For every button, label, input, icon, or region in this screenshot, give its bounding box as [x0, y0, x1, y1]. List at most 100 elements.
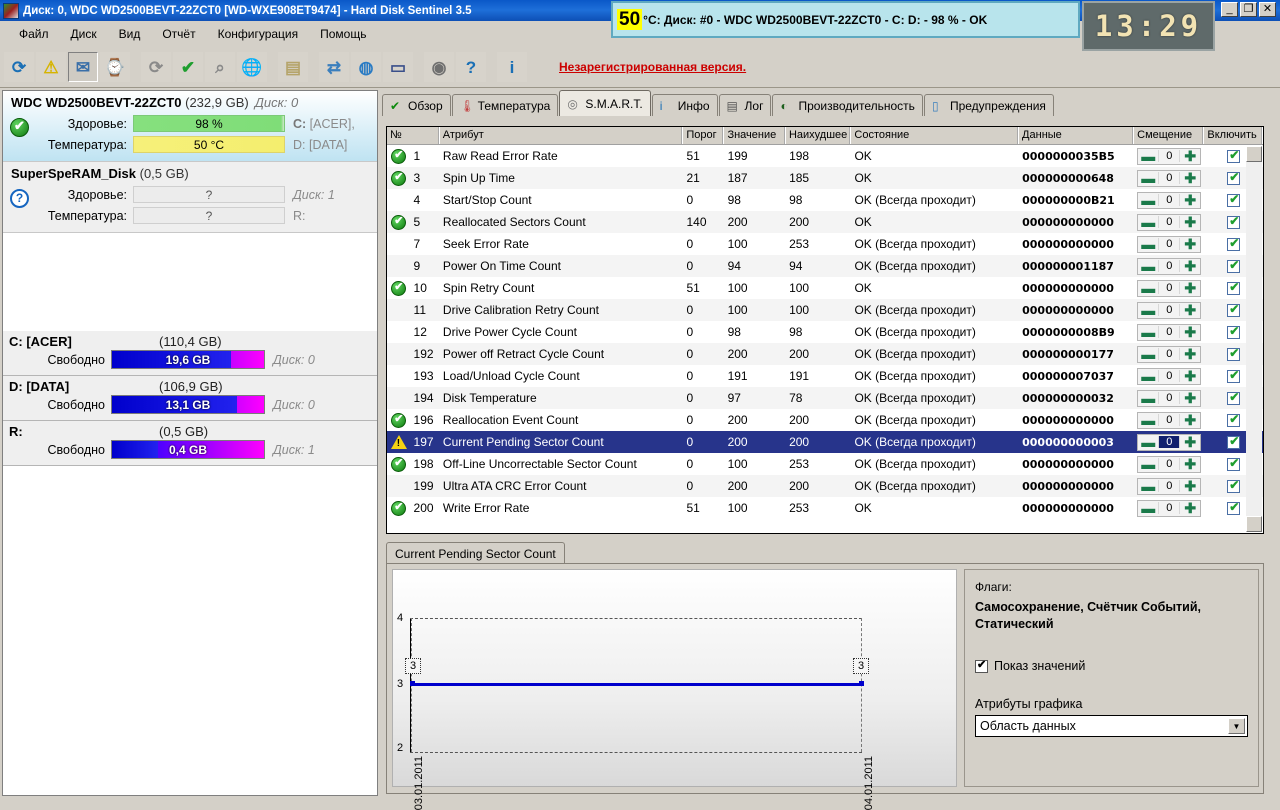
- column-header-0[interactable]: №: [387, 127, 440, 144]
- chevron-down-icon[interactable]: ▼: [1228, 718, 1245, 734]
- row-offset-stepper[interactable]: ▬ 0 ✚: [1134, 191, 1204, 209]
- enable-checkbox[interactable]: [1227, 171, 1241, 185]
- table-row[interactable]: 199 Ultra ATA CRC Error Count 0 200 200 OK (В…: [387, 475, 1263, 497]
- plus-icon[interactable]: ✚: [1180, 236, 1200, 252]
- row-offset-stepper[interactable]: ▬ 0 ✚: [1134, 301, 1204, 319]
- sync-button[interactable]: ⇄: [319, 52, 349, 82]
- globe-button[interactable]: 🌐: [237, 52, 267, 82]
- disk-clock-button[interactable]: ⌚: [100, 52, 130, 82]
- plus-icon[interactable]: ✚: [1180, 192, 1200, 208]
- offset-spinner[interactable]: ▬ 0 ✚: [1137, 433, 1202, 451]
- table-row[interactable]: 12 Drive Power Cycle Count 0 98 98 OK (Всегда…: [387, 321, 1263, 343]
- plus-icon[interactable]: ✚: [1180, 302, 1200, 318]
- table-row[interactable]: 4 Start/Stop Count 0 98 98 OK (Всегда проходи…: [387, 189, 1263, 211]
- plus-icon[interactable]: ✚: [1180, 434, 1200, 450]
- tab-лог[interactable]: ▤ Лог: [718, 94, 772, 116]
- minus-icon[interactable]: ▬: [1138, 478, 1158, 494]
- row-offset-stepper[interactable]: ▬ 0 ✚: [1134, 213, 1204, 231]
- column-header-5[interactable]: Состояние: [851, 127, 1020, 144]
- table-row[interactable]: 3 Spin Up Time 21 187 185 OK 000000000648 ▬0✚: [387, 167, 1263, 189]
- disk-search-button[interactable]: ⌕: [205, 52, 235, 82]
- minus-icon[interactable]: ▬: [1138, 368, 1158, 384]
- partition-card-2[interactable]: R: (0,5 GB) Свободно 0,4 GB Диск: 1: [3, 421, 377, 466]
- offset-spinner[interactable]: ▬ 0 ✚: [1137, 345, 1202, 363]
- offset-spinner[interactable]: ▬ 0 ✚: [1137, 389, 1202, 407]
- minus-icon[interactable]: ▬: [1138, 214, 1158, 230]
- scroll-up-button[interactable]: [1246, 146, 1262, 162]
- menu-item-5[interactable]: Помощь: [309, 24, 377, 44]
- offset-spinner[interactable]: ▬ 0 ✚: [1137, 257, 1202, 275]
- restore-button[interactable]: ❐: [1240, 2, 1257, 17]
- tab-обзор[interactable]: ✔ Обзор: [382, 94, 451, 116]
- row-offset-stepper[interactable]: ▬ 0 ✚: [1134, 499, 1204, 517]
- warning-button[interactable]: ⚠: [36, 52, 66, 82]
- unregistered-notice[interactable]: Незарегистрированная версия.: [559, 60, 746, 74]
- minus-icon[interactable]: ▬: [1138, 280, 1158, 296]
- minimize-button[interactable]: _: [1221, 2, 1238, 17]
- table-row[interactable]: 10Spin Retry Count51100100OK000000000000…: [387, 277, 1263, 299]
- enable-checkbox[interactable]: [1227, 237, 1241, 251]
- plus-icon[interactable]: ✚: [1180, 390, 1200, 406]
- row-offset-stepper[interactable]: ▬ 0 ✚: [1134, 367, 1204, 385]
- plus-icon[interactable]: ✚: [1180, 456, 1200, 472]
- table-row[interactable]: 11 Drive Calibration Retry Count 0 100 100 OK…: [387, 299, 1263, 321]
- menu-item-2[interactable]: Вид: [108, 24, 152, 44]
- table-row[interactable]: 1 Raw Read Error Rate 51 199 198 OK 0000000035…: [387, 145, 1263, 167]
- minus-icon[interactable]: ▬: [1138, 170, 1158, 186]
- offset-spinner[interactable]: ▬ 0 ✚: [1137, 235, 1202, 253]
- report-button[interactable]: ▤: [278, 52, 308, 82]
- disk-refresh-button[interactable]: ⟳: [141, 52, 171, 82]
- plus-icon[interactable]: ✚: [1180, 412, 1200, 428]
- menu-item-3[interactable]: Отчёт: [151, 24, 206, 44]
- minus-icon[interactable]: ▬: [1138, 236, 1158, 252]
- row-offset-stepper[interactable]: ▬ 0 ✚: [1134, 455, 1204, 473]
- sound-button[interactable]: ◉: [424, 52, 454, 82]
- menu-item-1[interactable]: Диск: [60, 24, 108, 44]
- offset-spinner[interactable]: ▬ 0 ✚: [1137, 499, 1202, 517]
- offset-spinner[interactable]: ▬ 0 ✚: [1137, 213, 1202, 231]
- table-row[interactable]: 194 Disk Temperature 0 97 78 OK (Всегда прохо…: [387, 387, 1263, 409]
- disk-ok-button[interactable]: ✔: [173, 52, 203, 82]
- plus-icon[interactable]: ✚: [1180, 280, 1200, 296]
- plus-icon[interactable]: ✚: [1180, 346, 1200, 362]
- show-values-checkbox[interactable]: [975, 658, 988, 673]
- offset-spinner[interactable]: ▬ 0 ✚: [1137, 191, 1202, 209]
- column-header-7[interactable]: Смещение: [1134, 127, 1205, 144]
- enable-checkbox[interactable]: [1227, 347, 1241, 361]
- plus-icon[interactable]: ✚: [1180, 214, 1200, 230]
- offset-spinner[interactable]: ▬ 0 ✚: [1137, 477, 1202, 495]
- column-header-2[interactable]: Порог: [683, 127, 725, 144]
- row-offset-stepper[interactable]: ▬ 0 ✚: [1134, 169, 1204, 187]
- enable-checkbox[interactable]: [1227, 501, 1241, 515]
- offset-spinner[interactable]: ▬ 0 ✚: [1137, 169, 1202, 187]
- network-globe-button[interactable]: ◍: [351, 52, 381, 82]
- info-button[interactable]: i: [497, 52, 527, 82]
- column-header-1[interactable]: Атрибут: [440, 127, 684, 144]
- minus-icon[interactable]: ▬: [1138, 434, 1158, 450]
- help-button[interactable]: ?: [456, 52, 486, 82]
- tab-инфо[interactable]: i Инфо: [651, 94, 718, 116]
- enable-checkbox[interactable]: [1227, 193, 1241, 207]
- plus-icon[interactable]: ✚: [1180, 478, 1200, 494]
- minus-icon[interactable]: ▬: [1138, 324, 1158, 340]
- enable-checkbox[interactable]: [1227, 281, 1241, 295]
- plus-icon[interactable]: ✚: [1180, 324, 1200, 340]
- enable-checkbox[interactable]: [1227, 391, 1241, 405]
- disk-card-0[interactable]: WDC WD2500BEVT-22ZCT0 (232,9 GB)Диск: 0З…: [3, 91, 377, 162]
- table-row[interactable]: 198 Off-Line Uncorrectable Sector Count 0 1…: [387, 453, 1263, 475]
- offset-spinner[interactable]: ▬ 0 ✚: [1137, 301, 1202, 319]
- offset-spinner[interactable]: ▬ 0 ✚: [1137, 147, 1202, 165]
- enable-checkbox[interactable]: [1227, 457, 1241, 471]
- table-row[interactable]: 7 Seek Error Rate 0 100 253 OK (Всегда проход…: [387, 233, 1263, 255]
- tab-s-m-a-r-t-[interactable]: ◎ S.M.A.R.T.: [559, 90, 651, 116]
- table-row[interactable]: 200Write Error Rate51100253OK00000000000…: [387, 497, 1263, 519]
- plus-icon[interactable]: ✚: [1180, 368, 1200, 384]
- table-vertical-scrollbar[interactable]: [1246, 146, 1262, 532]
- row-offset-stepper[interactable]: ▬ 0 ✚: [1134, 477, 1204, 495]
- tab-производительность[interactable]: ◐ Производительность: [772, 94, 923, 116]
- chart-tab[interactable]: Current Pending Sector Count: [386, 542, 565, 564]
- minus-icon[interactable]: ▬: [1138, 148, 1158, 164]
- enable-checkbox[interactable]: [1227, 215, 1241, 229]
- minus-icon[interactable]: ▬: [1138, 346, 1158, 362]
- plus-icon[interactable]: ✚: [1180, 170, 1200, 186]
